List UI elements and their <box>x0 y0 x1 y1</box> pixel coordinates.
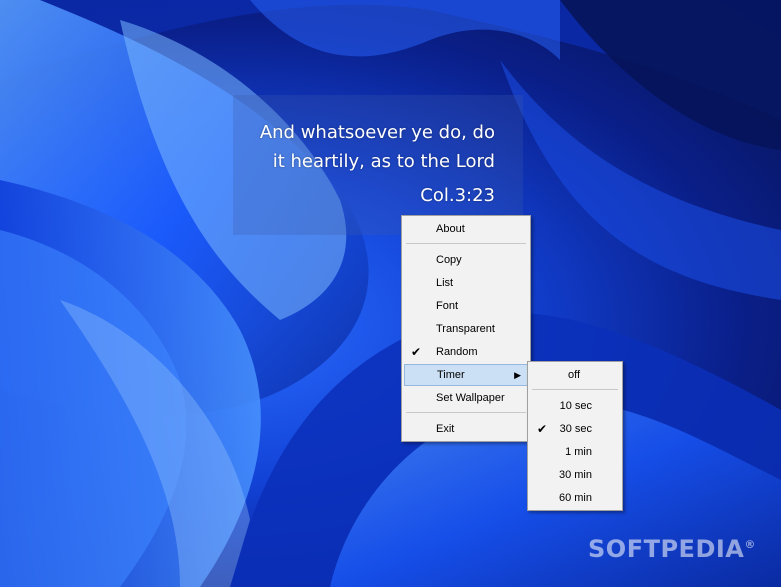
timer-option-10-sec[interactable]: 10 sec <box>530 395 620 417</box>
watermark-text: SOFTPEDIA <box>588 535 745 563</box>
submenu-arrow-icon: ▶ <box>514 370 521 380</box>
menu-item-timer[interactable]: Timer ▶ <box>404 364 528 386</box>
timer-option-30-min-label: 30 min <box>558 469 592 481</box>
menu-item-set-wallpaper-label: Set Wallpaper <box>436 392 505 404</box>
timer-submenu: off 10 sec ✔ 30 sec 1 min 30 min 60 min <box>527 361 623 511</box>
menu-item-random[interactable]: ✔ Random <box>404 341 528 363</box>
menu-item-set-wallpaper[interactable]: Set Wallpaper <box>404 387 528 409</box>
menu-separator <box>406 412 526 413</box>
timer-option-10-sec-label: 10 sec <box>559 400 592 412</box>
menu-item-about[interactable]: About <box>404 218 528 240</box>
timer-option-1-min[interactable]: 1 min <box>530 441 620 463</box>
verse-reference: Col.3:23 <box>420 185 495 206</box>
registered-mark: ® <box>744 538 756 551</box>
menu-item-font-label: Font <box>436 300 459 312</box>
menu-item-timer-label: Timer <box>437 369 465 381</box>
menu-item-font[interactable]: Font <box>404 295 528 317</box>
menu-item-transparent-label: Transparent <box>436 323 495 335</box>
softpedia-watermark: SOFTPEDIA® <box>588 535 756 563</box>
timer-option-30-sec[interactable]: ✔ 30 sec <box>530 418 620 440</box>
verse-panel[interactable]: And whatsoever ye do, do it heartily, as… <box>233 95 523 235</box>
menu-item-about-label: About <box>436 223 465 235</box>
desktop-wallpaper: And whatsoever ye do, do it heartily, as… <box>0 0 781 587</box>
context-menu: About Copy List Font Transparent ✔ Rando… <box>401 215 531 442</box>
menu-separator <box>532 389 618 390</box>
timer-option-60-min[interactable]: 60 min <box>530 487 620 509</box>
verse-text-line-1: And whatsoever ye do, do <box>259 122 495 143</box>
check-icon: ✔ <box>537 422 548 436</box>
wallpaper-bloom-graphic <box>0 0 781 587</box>
check-icon: ✔ <box>411 345 422 359</box>
menu-item-list-label: List <box>436 277 454 289</box>
timer-option-60-min-label: 60 min <box>558 492 592 504</box>
menu-item-exit-label: Exit <box>436 423 455 435</box>
timer-option-off[interactable]: off <box>530 364 620 386</box>
menu-item-random-label: Random <box>436 346 478 358</box>
menu-item-copy-label: Copy <box>436 254 462 266</box>
timer-option-30-sec-label: 30 sec <box>559 423 592 435</box>
menu-item-exit[interactable]: Exit <box>404 418 528 440</box>
menu-separator <box>406 243 526 244</box>
menu-item-list[interactable]: List <box>404 272 528 294</box>
menu-item-copy[interactable]: Copy <box>404 249 528 271</box>
menu-item-transparent[interactable]: Transparent <box>404 318 528 340</box>
verse-text-line-2: it heartily, as to the Lord <box>272 151 495 172</box>
timer-option-1-min-label: 1 min <box>565 446 592 458</box>
timer-option-off-label: off <box>567 369 580 381</box>
timer-option-30-min[interactable]: 30 min <box>530 464 620 486</box>
